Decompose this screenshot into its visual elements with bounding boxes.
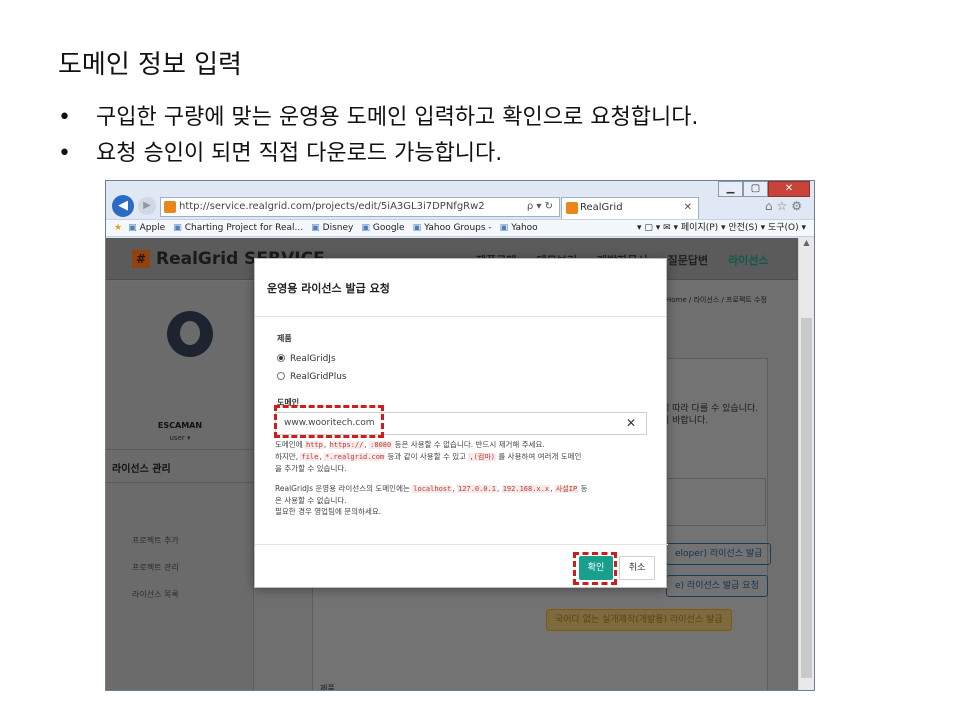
page-scrollbar[interactable]: ▲: [798, 238, 814, 690]
nav-item-active[interactable]: 라이선스: [728, 252, 768, 268]
avatar: [167, 311, 213, 357]
web-page: #RealGrid SERVICE 제품구매 데모보기 개발자문서 질문답변 라…: [106, 238, 798, 690]
scroll-up-icon[interactable]: ▲: [799, 238, 814, 252]
bullet-item: 요청 승인이 되면 직접 다운로드 가능합니다.: [58, 136, 698, 172]
bullet-list: 구입한 구량에 맞는 운영용 도메인 입력하고 확인으로 요청합니다. 요청 승…: [58, 100, 698, 172]
user-role-dropdown[interactable]: user ▾: [106, 434, 254, 442]
command-bar[interactable]: ▾ ▢ ▾ ✉ ▾ 페이지(P) ▾ 안전(S) ▾ 도구(O) ▾: [637, 220, 806, 236]
license-request-modal: 운영용 라이선스 발급 요청 제품 RealGridJs RealGridPlu…: [254, 258, 668, 589]
modal-footer: 확인 취소: [255, 544, 668, 589]
close-window-button[interactable]: ✕: [768, 181, 810, 197]
content-label: 제품: [320, 684, 335, 690]
favorites-star-icon[interactable]: ★: [114, 220, 122, 236]
radio-empty-icon: [277, 372, 285, 380]
modal-body: 제품 RealGridJs RealGridPlus 도메인 www.woori…: [255, 317, 666, 544]
window-controls: ▁ ▢ ✕: [718, 181, 810, 197]
tab-close-icon[interactable]: ✕: [684, 198, 692, 218]
address-bar[interactable]: http://service.realgrid.com/projects/edi…: [160, 197, 560, 217]
tab-favicon-icon: [566, 202, 578, 214]
forward-button[interactable]: ▶: [138, 197, 156, 215]
browser-titlebar: ▁ ▢ ✕ ◀ ▶ http://service.realgrid.com/pr…: [106, 181, 814, 219]
minimize-button[interactable]: ▁: [718, 181, 743, 197]
user-name: ESCAMAN: [157, 421, 203, 430]
browser-toolbar-icons[interactable]: ⌂☆⚙: [765, 199, 806, 213]
sidebar-section-title: 라이선스 관리: [106, 449, 254, 483]
cancel-button[interactable]: 취소: [619, 556, 655, 580]
favorite-link[interactable]: Yahoo Groups -: [413, 220, 492, 236]
nav-item[interactable]: 질문답변: [668, 252, 708, 268]
sidebar-item[interactable]: 프로젝트 추가: [132, 535, 179, 546]
scroll-thumb[interactable]: [801, 318, 812, 678]
site-favicon-icon: [164, 201, 176, 213]
browser-window: ▁ ▢ ✕ ◀ ▶ http://service.realgrid.com/pr…: [105, 180, 815, 691]
logo-icon: #: [132, 250, 150, 268]
sidebar-item[interactable]: 라이선스 목록: [132, 589, 179, 600]
bullet-item: 구입한 구량에 맞는 운영용 도메인 입력하고 확인으로 요청합니다.: [58, 100, 698, 136]
back-button[interactable]: ◀: [112, 195, 134, 217]
radio-realgridjs[interactable]: RealGridJs: [277, 354, 336, 364]
breadcrumb: Home / 라이선스 / 프로젝트 수정: [666, 296, 767, 304]
sidebar-item[interactable]: 프로젝트 관리: [132, 562, 179, 573]
favorite-link[interactable]: Google: [361, 220, 405, 236]
address-url: http://service.realgrid.com/projects/edi…: [179, 201, 485, 212]
sidebar: ESCAMAN user ▾ 라이선스 관리 프로젝트 추가 프로젝트 관리 라…: [106, 281, 254, 690]
favorite-link[interactable]: Apple: [128, 220, 166, 236]
favorite-link[interactable]: Charting Project for Real...: [173, 220, 303, 236]
clear-input-icon[interactable]: ✕: [626, 413, 636, 434]
help-text: RealGridJs 운영용 라이선스의 도메인에는 localhost, 12…: [275, 484, 588, 516]
tab-title: RealGrid: [580, 202, 623, 213]
radio-realgridplus[interactable]: RealGridPlus: [277, 372, 347, 382]
radio-selected-icon: [277, 354, 285, 362]
trial-license-button[interactable]: 국어다 없는 실개제작(개발용) 라이선스 발급: [546, 609, 732, 631]
modal-title: 운영용 라이선스 발급 요청: [255, 259, 666, 317]
content-text: 에 따라 다를 수 있습니다. 기 바랍니다.: [661, 404, 759, 426]
prod-license-button[interactable]: e) 라이선스 발급 요청: [666, 575, 768, 597]
highlight-domain-box: [274, 405, 384, 438]
highlight-confirm-box: [573, 552, 617, 585]
favorite-link[interactable]: Disney: [311, 220, 354, 236]
dev-license-button[interactable]: eloper) 라이선스 발급: [666, 543, 772, 565]
product-label: 제품: [277, 334, 292, 343]
maximize-button[interactable]: ▢: [743, 181, 768, 197]
help-text: 도메인에 http, https://, :8080 등은 사용할 수 없습니다…: [275, 440, 582, 473]
address-tools[interactable]: ρ ▾ ↻: [527, 198, 553, 216]
favorites-bar: ★ Apple Charting Project for Real... Dis…: [106, 219, 814, 237]
browser-tab[interactable]: RealGrid ✕: [561, 197, 699, 219]
favorite-link[interactable]: Yahoo: [500, 220, 538, 236]
slide-title: 도메인 정보 입력: [58, 50, 242, 80]
